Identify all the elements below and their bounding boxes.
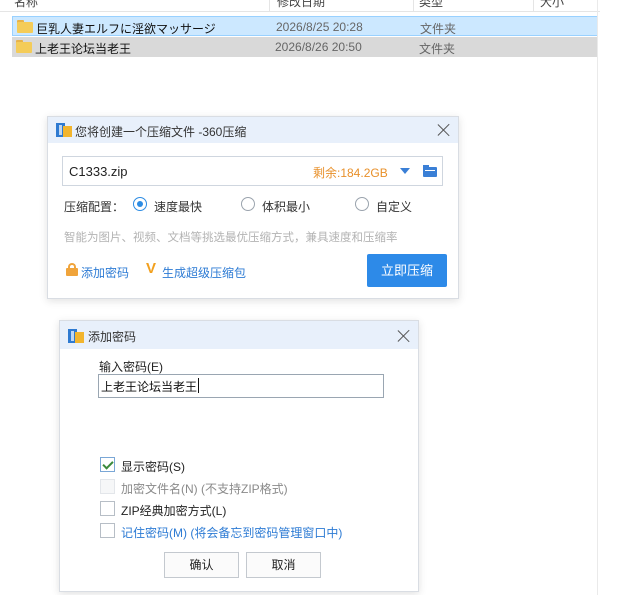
add-password-link[interactable]: 添加密码 <box>81 264 129 281</box>
close-icon[interactable] <box>437 123 451 137</box>
browse-folder-icon[interactable] <box>423 165 437 177</box>
file-type: 文件夹 <box>420 22 457 36</box>
confirm-button[interactable]: 确认 <box>164 552 239 578</box>
lock-icon[interactable] <box>66 263 78 276</box>
file-row[interactable]: 巨乳人妻エルフに淫欲マッサージ 2026/8/25 20:28 文件夹 <box>12 16 598 36</box>
option-smallest-label[interactable]: 体积最小 <box>262 198 310 215</box>
file-date: 2026/8/26 20:50 <box>275 40 362 54</box>
column-size-header[interactable]: 大小 <box>540 0 564 10</box>
column-divider[interactable] <box>413 0 414 12</box>
file-date: 2026/8/25 20:28 <box>276 20 363 34</box>
option-fastest-label[interactable]: 速度最快 <box>154 198 202 215</box>
file-name: 巨乳人妻エルフに淫欲マッサージ <box>36 22 216 36</box>
column-header: 名称 修改日期 类型 大小 <box>0 0 600 12</box>
folder-icon <box>16 40 32 53</box>
add-password-dialog: 添加密码 输入密码(E) 上老王论坛当老王 显示密码(S) 加密文件名(N) (… <box>59 320 419 592</box>
folder-icon <box>17 20 33 33</box>
cancel-button[interactable]: 取消 <box>246 552 321 578</box>
show-password-checkbox[interactable] <box>100 457 115 472</box>
file-name: 上老王论坛当老王 <box>35 42 132 56</box>
file-row[interactable]: 上老王论坛当老王 2026/8/26 20:50 文件夹 <box>12 37 598 57</box>
column-divider[interactable] <box>533 0 534 12</box>
zip-classic-encryption-checkbox[interactable] <box>100 501 115 516</box>
column-date-header[interactable]: 修改日期 <box>277 0 325 10</box>
show-password-label[interactable]: 显示密码(S) <box>121 458 185 475</box>
column-divider[interactable] <box>269 0 270 12</box>
option-custom-label[interactable]: 自定义 <box>376 198 412 215</box>
super-package-link[interactable]: 生成超级压缩包 <box>162 264 246 281</box>
radio-smallest[interactable] <box>241 197 255 211</box>
archive-app-icon <box>56 123 72 137</box>
radio-fastest[interactable] <box>133 197 147 211</box>
column-name-header[interactable]: 名称 <box>14 0 38 10</box>
chevron-down-icon[interactable] <box>400 168 410 174</box>
dialog-titlebar[interactable]: 添加密码 <box>60 321 418 349</box>
remaining-space: 剩余:184.2GB <box>313 166 388 180</box>
archive-app-icon <box>68 329 84 343</box>
remember-password-label[interactable]: 记住密码(M) (将会备忘到密码管理窗口中) <box>121 524 342 541</box>
archive-path-field[interactable]: C1333.zip 剩余:184.2GB <box>62 156 443 186</box>
encrypt-filename-checkbox <box>100 479 115 494</box>
file-type: 文件夹 <box>419 42 456 56</box>
close-icon[interactable] <box>397 329 411 343</box>
archive-filename[interactable]: C1333.zip <box>69 164 128 179</box>
password-input[interactable]: 上老王论坛当老王 <box>98 374 384 398</box>
password-label: 输入密码(E) <box>99 360 163 374</box>
scrollbar-track[interactable] <box>597 0 598 595</box>
compress-dialog: 您将创建一个压缩文件 -360压缩 C1333.zip 剩余:184.2GB 压… <box>47 116 459 299</box>
dialog-title: 您将创建一个压缩文件 -360压缩 <box>75 125 247 139</box>
compression-hint: 智能为图片、视频、文档等挑选最优压缩方式，兼具速度和压缩率 <box>64 232 398 244</box>
encrypt-filename-label: 加密文件名(N) (不支持ZIP格式) <box>121 482 288 496</box>
compress-config-label: 压缩配置： <box>64 200 125 214</box>
vip-v-icon: V <box>146 260 157 277</box>
compress-now-button[interactable]: 立即压缩 <box>367 254 447 287</box>
zip-classic-encryption-label[interactable]: ZIP经典加密方式(L) <box>121 502 226 519</box>
dialog-titlebar[interactable]: 您将创建一个压缩文件 -360压缩 <box>48 117 458 143</box>
column-type-header[interactable]: 类型 <box>419 0 443 10</box>
password-value[interactable]: 上老王论坛当老王 <box>101 378 197 395</box>
radio-custom[interactable] <box>355 197 369 211</box>
dialog-title: 添加密码 <box>88 330 137 344</box>
remember-password-checkbox[interactable] <box>100 523 115 538</box>
text-caret <box>198 378 199 393</box>
